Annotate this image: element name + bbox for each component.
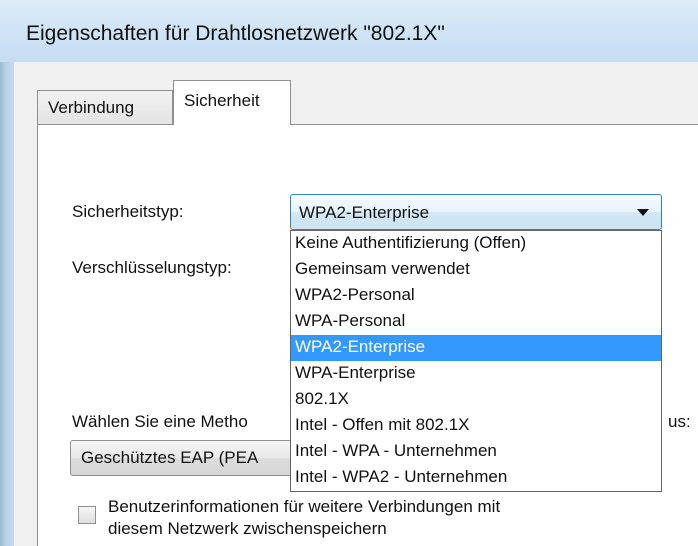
security-type-value: WPA2-Enterprise bbox=[299, 203, 430, 222]
dropdown-option-intel-offen-802-1x[interactable]: Intel - Offen mit 802.1X bbox=[291, 413, 661, 439]
security-type-select[interactable]: WPA2-Enterprise bbox=[290, 194, 662, 230]
dropdown-option-wpa-personal[interactable]: WPA-Personal bbox=[291, 309, 661, 335]
security-type-label: Sicherheitstyp: bbox=[72, 202, 184, 221]
dropdown-option-wpa-enterprise[interactable]: WPA-Enterprise bbox=[291, 361, 661, 387]
properties-dialog: Eigenschaften für Drahtlosnetzwerk "802.… bbox=[0, 0, 698, 546]
auth-method-label-tail: us: bbox=[668, 412, 691, 431]
encryption-type-label: Verschlüsselungstyp: bbox=[72, 258, 232, 277]
dropdown-option-intel-wpa-unternehmen[interactable]: Intel - WPA - Unternehmen bbox=[291, 439, 661, 465]
title-bar[interactable]: Eigenschaften für Drahtlosnetzwerk "802.… bbox=[0, 0, 698, 62]
window-frame-left bbox=[0, 62, 14, 546]
auth-method-select[interactable]: Geschütztes EAP (PEA bbox=[70, 440, 320, 476]
dropdown-option-intel-wpa2-unternehmen[interactable]: Intel - WPA2 - Unternehmen bbox=[291, 465, 661, 491]
cache-credentials-label: Benutzerinformationen für weitere Verbin… bbox=[108, 496, 500, 540]
cache-credentials-label-line1: Benutzerinformationen für weitere Verbin… bbox=[108, 497, 501, 516]
cache-credentials-label-line2: diesem Netzwerk zwischenspeichern bbox=[108, 519, 387, 538]
dropdown-option-802-1x[interactable]: 802.1X bbox=[291, 387, 661, 413]
dropdown-option-gemeinsam-verwendet[interactable]: Gemeinsam verwendet bbox=[291, 257, 661, 283]
window-title: Eigenschaften für Drahtlosnetzwerk "802.… bbox=[26, 22, 445, 45]
chevron-down-icon bbox=[637, 209, 649, 216]
auth-method-label: Wählen Sie eine Metho bbox=[72, 412, 248, 431]
tab-sicherheit[interactable]: Sicherheit bbox=[173, 80, 291, 125]
dropdown-option-keine-authentifizierung[interactable]: Keine Authentifizierung (Offen) bbox=[291, 231, 661, 257]
dropdown-option-wpa2-enterprise[interactable]: WPA2-Enterprise bbox=[291, 335, 661, 361]
tab-verbindung[interactable]: Verbindung bbox=[37, 90, 173, 124]
tab-sicherheit-label: Sicherheit bbox=[184, 91, 260, 110]
security-type-dropdown-list: Keine Authentifizierung (Offen) Gemeinsa… bbox=[290, 230, 662, 492]
auth-method-value: Geschütztes EAP (PEA bbox=[81, 448, 259, 467]
cache-credentials-checkbox[interactable] bbox=[78, 506, 96, 524]
tab-verbindung-label: Verbindung bbox=[48, 98, 135, 117]
dropdown-option-wpa2-personal[interactable]: WPA2-Personal bbox=[291, 283, 661, 309]
